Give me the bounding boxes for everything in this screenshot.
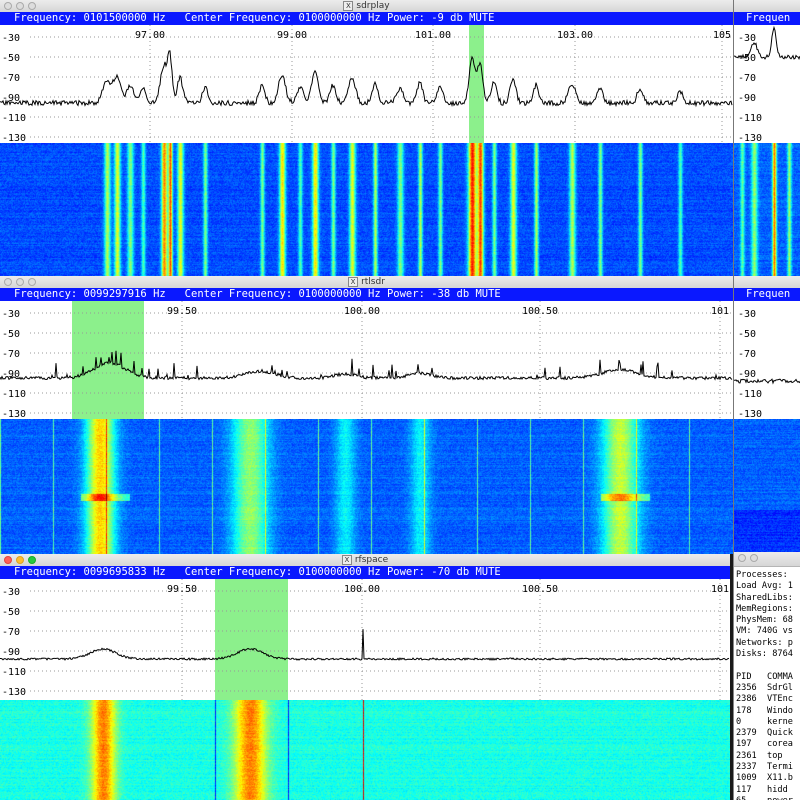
spectrum-trace — [0, 629, 730, 661]
db-label: -30 — [2, 33, 20, 44]
close-button[interactable] — [738, 554, 746, 562]
frequency-status-bar: Frequency: 0099297916 Hz Center Frequenc… — [0, 288, 733, 301]
frequency-label: 99.50 — [167, 306, 197, 317]
frequency-status-bar: Frequen — [734, 288, 800, 301]
db-label: -110 — [738, 113, 762, 124]
spectrum-trace — [734, 378, 800, 385]
spectrum-plot[interactable]: -30 -50 -70 -90 -110 -130 99.50 100.00 100.50 101 — [0, 579, 730, 700]
db-label: -130 — [738, 133, 762, 143]
window-controls — [738, 554, 762, 565]
side-panel-top[interactable]: Frequen -30 -50 -70 -90 -110 -130 — [733, 0, 800, 276]
db-label: -50 — [2, 329, 20, 340]
frequency-label: 100.50 — [522, 584, 558, 595]
db-label: -70 — [2, 627, 20, 638]
process-line: 2337 Termi — [736, 762, 793, 773]
waterfall-display[interactable] — [0, 419, 733, 554]
db-label: -70 — [738, 73, 756, 84]
process-line: VM: 740G vs — [736, 626, 793, 637]
frequency-status-bar: Frequency: 0099695833 Hz Center Frequenc… — [0, 566, 730, 579]
process-line: 178 Windo — [736, 705, 793, 716]
process-line: Processes: — [736, 570, 788, 580]
frequency-label: 101 — [711, 306, 729, 317]
process-line — [736, 660, 793, 671]
window-title: sdrplay — [356, 1, 390, 11]
waterfall-display[interactable] — [734, 143, 800, 276]
db-label: -50 — [738, 329, 756, 340]
frequency-label: 97.00 — [135, 30, 165, 41]
db-label: -130 — [2, 687, 26, 698]
frequency-status-bar: Frequen — [734, 12, 800, 25]
frequency-label: 100.00 — [344, 306, 380, 317]
window-title: rtlsdr — [361, 277, 385, 287]
process-line: 0 kerne — [736, 716, 793, 727]
frequency-label: 101 — [711, 584, 729, 595]
waterfall-display[interactable] — [734, 419, 800, 554]
process-monitor-window[interactable]: Processes: Load Avg: 1 SharedLibs: MemRegio… — [733, 552, 800, 800]
spectrum-plot[interactable]: -30 -50 -70 -90 -110 -130 97.00 99.00 101.00 103.… — [0, 25, 733, 143]
waterfall-display[interactable] — [0, 143, 733, 276]
process-line: MemRegions: — [736, 603, 793, 614]
db-label: -90 — [738, 93, 756, 104]
rtlsdr-window[interactable]: Xrtlsdr Frequency: 0099297916 Hz Center … — [0, 276, 733, 554]
x11-icon: X — [343, 0, 354, 11]
frequency-label: 101.00 — [415, 30, 451, 41]
x11-icon: X — [348, 276, 359, 287]
x11-icon: X — [341, 554, 352, 565]
db-label: -30 — [2, 587, 20, 598]
selection-band[interactable] — [215, 579, 288, 700]
process-line: 2356 SdrGl — [736, 682, 793, 693]
spectrum-plot[interactable]: -30 -50 -70 -90 -110 -130 — [734, 25, 800, 143]
db-label: -130 — [2, 409, 26, 419]
db-label: -110 — [2, 389, 26, 400]
db-label: -110 — [2, 667, 26, 678]
process-line: SharedLibs: — [736, 592, 793, 603]
process-line: PhysMem: 68 — [736, 615, 793, 626]
db-label: -90 — [2, 647, 20, 658]
db-label: -70 — [2, 73, 20, 84]
process-line: Networks: p — [736, 637, 793, 648]
db-label: -50 — [2, 607, 20, 618]
process-list: Processes: Load Avg: 1 SharedLibs: MemRegio… — [736, 570, 793, 800]
db-label: -130 — [738, 409, 762, 419]
db-label: -110 — [738, 389, 762, 400]
frequency-label: 100.00 — [344, 584, 380, 595]
db-label: -110 — [2, 113, 26, 124]
db-label: -70 — [738, 349, 756, 360]
window-titlebar[interactable] — [734, 552, 800, 567]
selection-band[interactable] — [72, 301, 144, 419]
frequency-label: 100.50 — [522, 306, 558, 317]
spectrum-plot[interactable]: -30 -50 -70 -90 -110 -130 99.50 100.00 100.50 101 — [0, 301, 733, 419]
selection-band[interactable] — [469, 25, 484, 143]
process-line: PID COMMA — [736, 671, 793, 682]
process-line: 1009 X11.b — [736, 773, 793, 784]
sdrplay-window[interactable]: Xsdrplay Frequency: 0101500000 Hz Center… — [0, 0, 733, 276]
minimize-button[interactable] — [750, 554, 758, 562]
db-label: -50 — [2, 53, 20, 64]
frequency-label: 99.00 — [277, 30, 307, 41]
db-label: -130 — [2, 133, 26, 143]
process-line: Disks: 8764 — [736, 649, 793, 660]
rfspace-window[interactable]: Xrfspace Frequency: 0099695833 Hz Center… — [0, 554, 730, 800]
spectrum-plot[interactable]: -30 -50 -70 -90 -110 -130 — [734, 301, 800, 419]
side-panel-middle[interactable]: Frequen -30 -50 -70 -90 -110 -130 — [733, 276, 800, 554]
frequency-label: 105 — [713, 30, 731, 41]
process-line: Load Avg: 1 — [736, 581, 793, 592]
frequency-label: 103.00 — [557, 30, 593, 41]
process-line: 197 corea — [736, 739, 793, 750]
process-line: 2361 top — [736, 750, 783, 761]
db-label: -70 — [2, 349, 20, 360]
frequency-label: 99.50 — [167, 584, 197, 595]
db-label: -30 — [2, 309, 20, 320]
process-line: 65 power — [736, 796, 793, 800]
window-title: rfspace — [354, 555, 389, 565]
process-line: 117 hidd — [736, 784, 788, 795]
frequency-status-bar: Frequency: 0101500000 Hz Center Frequenc… — [0, 12, 733, 25]
process-line: 2386 VTEnc — [736, 694, 793, 705]
process-line: 2379 Quick — [736, 728, 793, 739]
db-label: -30 — [738, 33, 756, 44]
db-label: -30 — [738, 309, 756, 320]
waterfall-display[interactable] — [0, 700, 730, 800]
